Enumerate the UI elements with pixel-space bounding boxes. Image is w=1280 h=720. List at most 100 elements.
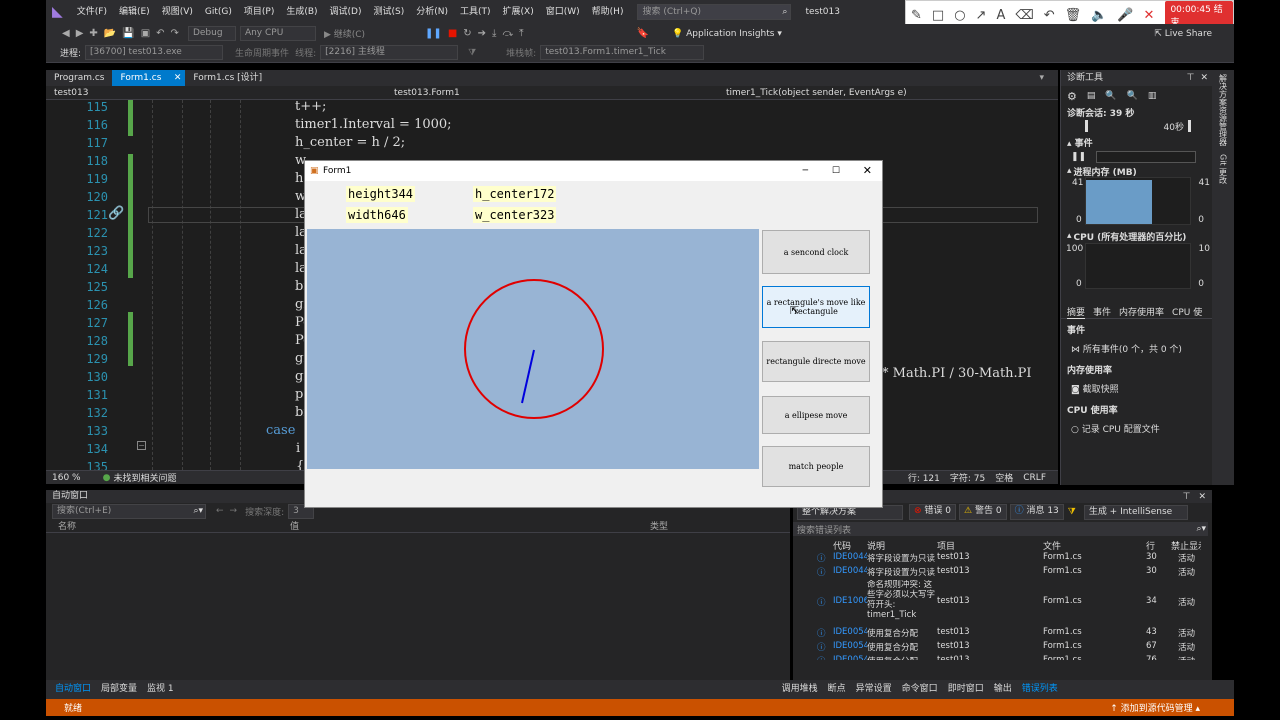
rectangle-icon[interactable]: □ bbox=[932, 8, 944, 23]
close-icon[interactable]: ✕ bbox=[1198, 492, 1206, 502]
tab-list-dropdown-icon[interactable]: ▾ bbox=[1039, 73, 1044, 83]
warnings-filter-button[interactable]: ⚠ 警告 0 bbox=[959, 504, 1007, 520]
forward-icon[interactable]: ▶ bbox=[76, 28, 84, 39]
error-row[interactable]: ⓘ IDE1006 命名规则冲突: 这些字必须以大写字符开头: timer1_Tic… bbox=[793, 580, 1212, 626]
save-icon[interactable]: 💾 bbox=[122, 28, 134, 39]
all-events-link[interactable]: ⋈ 所有事件(0 个，共 0 个) bbox=[1061, 342, 1212, 355]
col-name[interactable]: 名称 bbox=[46, 519, 290, 532]
rectangle-direct-move-button[interactable]: rectangule directe move bbox=[762, 341, 870, 382]
step-into-icon[interactable]: ⤓ bbox=[492, 28, 496, 39]
drawing-canvas[interactable] bbox=[307, 229, 759, 469]
col-type[interactable]: 类型 bbox=[650, 519, 668, 532]
filter-icon[interactable]: ⧩ bbox=[468, 48, 476, 58]
tab-immediate-window[interactable]: 即时窗口 bbox=[943, 680, 989, 699]
platform-select[interactable]: Any CPU bbox=[239, 26, 316, 41]
menu-analyze[interactable]: 分析(N) bbox=[410, 0, 454, 24]
show-next-statement-icon[interactable]: ➔ bbox=[478, 28, 486, 39]
reset-zoom-icon[interactable]: ▥ bbox=[1148, 91, 1157, 101]
no-issues-label[interactable]: 未找到相关问题 bbox=[113, 471, 176, 484]
save-all-icon[interactable]: ▣ bbox=[141, 28, 150, 39]
events-track[interactable]: ❚❚ bbox=[1061, 149, 1212, 165]
tab-call-stack[interactable]: 调用堆栈 bbox=[777, 680, 823, 699]
col-line[interactable]: 行 bbox=[1146, 539, 1155, 552]
error-row[interactable]: ⓘ IDE0054使用复合分配test013 Form1.cs 76 活动 bbox=[793, 655, 1212, 660]
menu-extensions[interactable]: 扩展(X) bbox=[497, 0, 540, 24]
speaker-icon[interactable]: 🔈 bbox=[1091, 8, 1107, 23]
thread-select[interactable]: [2216] 主线程 bbox=[320, 45, 459, 60]
zoom-out-icon[interactable]: 🔍 bbox=[1127, 91, 1138, 101]
stop-icon[interactable]: ■ bbox=[448, 28, 457, 39]
tab-autos[interactable]: 自动窗口 bbox=[50, 680, 96, 699]
error-row[interactable]: ⓘ IDE0044 将字段设置为只读 test013 Form1.cs 30 活动 bbox=[793, 552, 1212, 566]
select-tools-icon[interactable]: ▤ bbox=[1087, 91, 1096, 101]
process-select[interactable]: [36700] test013.exe bbox=[85, 45, 224, 60]
back-icon[interactable]: ← bbox=[216, 506, 224, 516]
source-control-button[interactable]: ↑ 添加到源代码管理 ▴ bbox=[1110, 701, 1200, 714]
settings-icon[interactable]: ⚙ bbox=[1067, 90, 1077, 103]
menu-debug[interactable]: 调试(D) bbox=[324, 0, 368, 24]
maximize-icon[interactable]: ☐ bbox=[832, 161, 840, 181]
filter-icon[interactable]: ⧩ bbox=[1068, 507, 1076, 517]
tab-events[interactable]: 事件 bbox=[1093, 305, 1111, 318]
tab-cpu[interactable]: CPU 使 bbox=[1172, 305, 1202, 318]
project-nav-select[interactable]: test013 bbox=[46, 88, 376, 98]
menu-help[interactable]: 帮助(H) bbox=[586, 0, 630, 24]
timeline-ruler[interactable]: 40秒 bbox=[1085, 120, 1191, 133]
type-nav-select[interactable]: test013.Form1 bbox=[376, 88, 710, 98]
pin-icon[interactable]: ⊤ bbox=[1183, 492, 1191, 502]
build-filter-select[interactable]: 生成 + IntelliSense bbox=[1083, 504, 1188, 520]
indent-mode[interactable]: 空格 bbox=[995, 471, 1013, 484]
menu-project[interactable]: 项目(P) bbox=[238, 0, 280, 24]
record-cpu-button[interactable]: ○ 记录 CPU 配置文件 bbox=[1061, 422, 1212, 435]
tab-output[interactable]: 输出 bbox=[989, 680, 1017, 699]
tab-program-cs[interactable]: Program.cs bbox=[46, 70, 112, 86]
close-icon[interactable]: ✕ bbox=[1200, 72, 1208, 85]
close-icon[interactable]: ✕ bbox=[863, 161, 872, 181]
marker-icon[interactable]: A bbox=[996, 8, 1005, 23]
line-ending[interactable]: CRLF bbox=[1023, 473, 1046, 483]
vs-logo-icon[interactable]: ◣ bbox=[52, 4, 63, 20]
memory-graph[interactable]: 41 0 41 0 bbox=[1072, 177, 1210, 225]
bookmark-icon[interactable]: 🔖 bbox=[637, 28, 649, 39]
edit-and-continue-icon[interactable]: 🔗 bbox=[108, 206, 124, 221]
git-changes-tab[interactable]: Git 更改 bbox=[1218, 154, 1229, 184]
ellipse-move-button[interactable]: a ellipese move bbox=[762, 396, 870, 434]
col-project[interactable]: 项目 bbox=[937, 539, 955, 552]
undo-icon[interactable]: ↶ bbox=[1044, 8, 1055, 23]
col-suppression[interactable]: 禁止显示 bbox=[1171, 539, 1201, 552]
lifecycle-events-button[interactable]: 生命周期事件 bbox=[235, 46, 289, 59]
error-search-input[interactable]: 搜索错误列表 ⌕▾ bbox=[793, 522, 1208, 536]
col-file[interactable]: 文件 bbox=[1043, 539, 1061, 552]
error-row[interactable]: ⓘ IDE0044 将字段设置为只读 test013 Form1.cs 30 活动 bbox=[793, 566, 1212, 580]
error-row[interactable]: ⓘ IDE0054 使用复合分配 test013 Form1.cs 67 活动 bbox=[793, 641, 1212, 655]
forward-icon[interactable]: → bbox=[230, 506, 238, 516]
tab-summary[interactable]: 摘要 bbox=[1067, 305, 1086, 319]
minimize-icon[interactable]: ─ bbox=[803, 161, 808, 181]
redo-icon[interactable]: ↷ bbox=[171, 28, 179, 39]
pen-icon[interactable]: ✎ bbox=[911, 8, 922, 23]
tab-watch-1[interactable]: 监视 1 bbox=[142, 680, 179, 699]
col-value[interactable]: 值 bbox=[290, 519, 650, 532]
take-snapshot-button[interactable]: ◙ 截取快照 bbox=[1061, 382, 1212, 395]
trash-icon[interactable]: 🗑 bbox=[1065, 8, 1082, 23]
menu-edit[interactable]: 编辑(E) bbox=[113, 0, 156, 24]
menu-git[interactable]: Git(G) bbox=[199, 0, 238, 24]
continue-button[interactable]: ▶ 继续(C) bbox=[324, 27, 365, 40]
menu-file[interactable]: 文件(F) bbox=[71, 0, 113, 24]
tab-locals[interactable]: 局部变量 bbox=[96, 680, 142, 699]
menu-tools[interactable]: 工具(T) bbox=[454, 0, 497, 24]
pause-icon[interactable]: ❚❚ bbox=[425, 28, 442, 39]
close-icon[interactable]: ✕ bbox=[1144, 8, 1155, 23]
menu-window[interactable]: 窗口(W) bbox=[540, 0, 586, 24]
autos-search-input[interactable]: 搜索(Ctrl+E) ⌕▾ bbox=[52, 503, 206, 519]
tab-form1-cs[interactable]: Form1.cs ✕ bbox=[112, 70, 186, 86]
solution-explorer-tab[interactable]: 解决方案资源管理器 bbox=[1218, 74, 1229, 146]
tab-breakpoints[interactable]: 断点 bbox=[823, 680, 851, 699]
menu-test[interactable]: 测试(S) bbox=[368, 0, 411, 24]
config-select[interactable]: Debug bbox=[187, 26, 236, 41]
live-share-button[interactable]: ⇱ Live Share bbox=[1154, 29, 1212, 39]
zoom-level[interactable]: 160 % bbox=[52, 473, 81, 483]
close-tab-icon[interactable]: ✕ bbox=[174, 70, 182, 86]
messages-filter-button[interactable]: ⓘ 消息 13 bbox=[1009, 504, 1064, 520]
open-icon[interactable]: 📂 bbox=[104, 28, 116, 39]
